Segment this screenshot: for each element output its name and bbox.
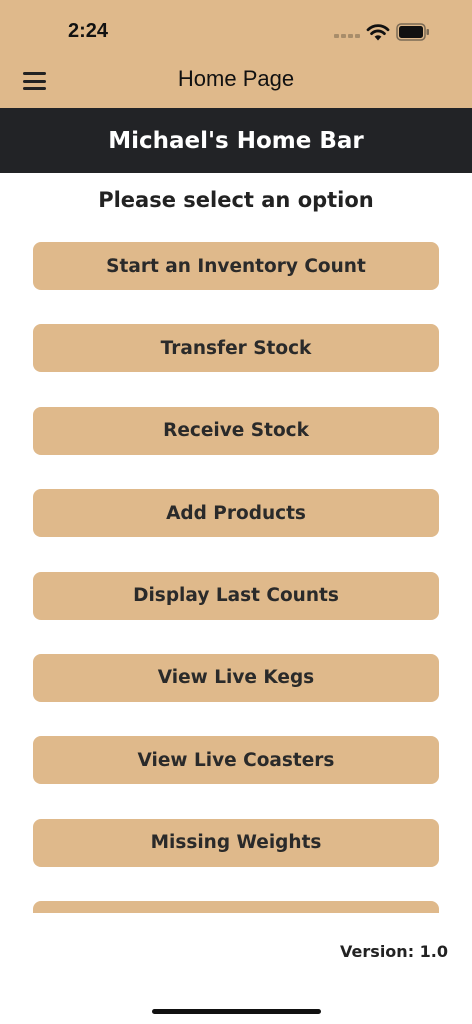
home-indicator[interactable] [152, 1009, 321, 1014]
top-bar: 2:24 Home Page [0, 0, 472, 108]
add-products-button[interactable]: Add Products [33, 489, 439, 538]
wifi-icon [366, 24, 390, 41]
missing-weights-button[interactable]: Missing Weights [33, 818, 439, 867]
battery-icon [396, 23, 429, 41]
view-live-coasters-button[interactable]: View Live Coasters [33, 736, 439, 785]
cellular-signal-icon [334, 34, 360, 40]
select-option-prompt: Please select an option [98, 188, 374, 212]
transfer-stock-button[interactable]: Transfer Stock [33, 324, 439, 373]
options-list[interactable]: Start an Inventory Count Transfer Stock … [33, 242, 439, 913]
bar-name-banner: Michael's Home Bar [0, 108, 472, 173]
start-inventory-count-button[interactable]: Start an Inventory Count [33, 242, 439, 290]
view-live-kegs-button[interactable]: View Live Kegs [33, 653, 439, 702]
display-last-counts-button[interactable]: Display Last Counts [33, 571, 439, 620]
nav-title: Home Page [177, 66, 295, 91]
partially-visible-option-button[interactable] [33, 901, 439, 913]
banner-title: Michael's Home Bar [108, 127, 364, 154]
version-label: Version: 1.0 [340, 942, 448, 961]
status-time: 2:24 [68, 20, 109, 42]
receive-stock-button[interactable]: Receive Stock [33, 406, 439, 455]
